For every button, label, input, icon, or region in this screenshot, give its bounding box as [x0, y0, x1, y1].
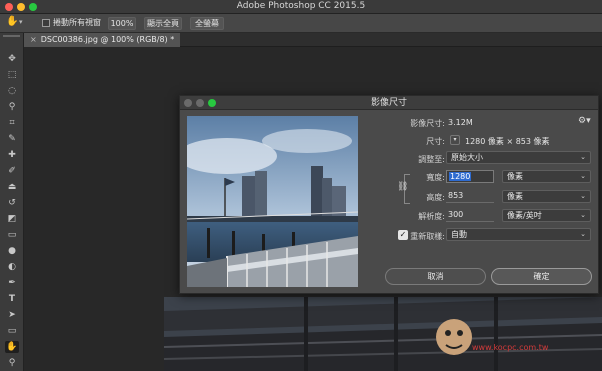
- blur-icon[interactable]: ●: [5, 245, 19, 257]
- app-title: Adobe Photoshop CC 2015.5: [236, 1, 366, 11]
- height-unit-dropdown[interactable]: 像素 ⌄: [502, 190, 591, 203]
- resolution-unit-dropdown[interactable]: 像素/英吋 ⌄: [502, 209, 591, 222]
- width-label: 寬度:: [426, 173, 445, 182]
- cancel-button[interactable]: 取消: [385, 268, 486, 285]
- watermark-text: www.kocpc.com.tw: [472, 343, 549, 352]
- fill-screen-button[interactable]: 全螢幕: [190, 17, 224, 30]
- brush-icon[interactable]: ✐: [5, 165, 19, 177]
- document-image[interactable]: www.kocpc.com.tw: [164, 297, 602, 371]
- width-unit: 像素: [507, 172, 523, 181]
- type-icon[interactable]: T: [5, 293, 19, 305]
- crop-icon[interactable]: ⌗: [5, 117, 19, 129]
- marquee-icon[interactable]: ⬚: [5, 69, 19, 81]
- dimensions-dropdown-icon[interactable]: ▾: [450, 135, 460, 145]
- lasso-icon[interactable]: ◌: [5, 85, 19, 97]
- height-value: 853: [448, 191, 464, 200]
- zoom-icon[interactable]: ⚲: [5, 357, 19, 369]
- height-label: 高度:: [426, 193, 445, 202]
- chevron-down-icon: ⌄: [580, 211, 586, 219]
- image-size-dialog: 影像尺寸 影像尺寸: 3.12M ⚙▾ 尺寸: ▾ 1280 像素 × 853 …: [179, 95, 599, 294]
- history-brush-icon[interactable]: ↺: [5, 197, 19, 209]
- preview-photo-graphic: [187, 116, 358, 287]
- healing-icon[interactable]: ✚: [5, 149, 19, 161]
- resample-dropdown[interactable]: 自動 ⌄: [446, 228, 591, 241]
- close-tab-icon[interactable]: ×: [30, 35, 37, 44]
- resolution-input[interactable]: 300: [446, 209, 494, 222]
- chevron-down-icon: ⌄: [580, 172, 586, 180]
- scroll-all-checkbox[interactable]: [42, 19, 50, 27]
- fit-screen-button[interactable]: 顯示全頁: [144, 17, 182, 30]
- options-bar: ✋ ▾ 捲動所有視窗 100% 顯示全頁 全螢幕: [0, 14, 602, 33]
- panel-grip: [3, 35, 20, 37]
- resolution-value: 300: [448, 210, 464, 219]
- hand-icon[interactable]: ✋: [5, 341, 19, 353]
- dialog-minimize-button: [196, 99, 204, 107]
- dimensions-label: 尺寸:: [426, 137, 445, 146]
- height-input[interactable]: 853: [446, 190, 494, 203]
- stamp-icon[interactable]: ⏏: [5, 181, 19, 193]
- document-tab-bar: × DSC00386.jpg @ 100% (RGB/8) *: [24, 33, 602, 47]
- document-tab[interactable]: × DSC00386.jpg @ 100% (RGB/8) *: [24, 33, 181, 47]
- image-preview[interactable]: [187, 116, 358, 287]
- link-chain-icon[interactable]: ⛓: [397, 182, 408, 192]
- width-value: 1280: [449, 172, 472, 181]
- image-size-label: 影像尺寸:: [410, 119, 445, 128]
- fit-to-value: 原始大小: [451, 153, 483, 162]
- quick-select-icon[interactable]: ⚲: [5, 101, 19, 113]
- chevron-down-icon: ⌄: [580, 192, 586, 200]
- document-tab-label: DSC00386.jpg @ 100% (RGB/8) *: [40, 35, 175, 44]
- dodge-icon[interactable]: ◐: [5, 261, 19, 273]
- tools-panel: ✥ ⬚ ◌ ⚲ ⌗ ✎ ✚ ✐ ⏏ ↺ ◩ ▭ ● ◐ ✒ T ➤ ▭ ✋ ⚲: [0, 33, 24, 371]
- width-unit-dropdown[interactable]: 像素 ⌄: [502, 170, 591, 183]
- dialog-title: 影像尺寸: [370, 98, 407, 108]
- resample-value: 自動: [451, 230, 467, 239]
- chevron-down-icon: ⌄: [580, 230, 586, 238]
- eraser-icon[interactable]: ◩: [5, 213, 19, 225]
- eyedropper-icon[interactable]: ✎: [5, 133, 19, 145]
- hand-tool-icon[interactable]: ✋: [6, 16, 18, 27]
- resolution-label: 解析度:: [418, 212, 445, 221]
- dimensions-value: 1280 像素 × 853 像素: [465, 137, 550, 146]
- fit-to-dropdown[interactable]: 原始大小 ⌄: [446, 151, 591, 164]
- ok-button[interactable]: 確定: [491, 268, 592, 285]
- dialog-close-button[interactable]: [184, 99, 192, 107]
- pen-icon[interactable]: ✒: [5, 277, 19, 289]
- dialog-titlebar: 影像尺寸: [180, 96, 598, 110]
- settings-gear-icon[interactable]: ⚙▾: [578, 116, 591, 126]
- resample-label: 重新取樣:: [410, 232, 445, 241]
- dialog-zoom-button[interactable]: [208, 99, 216, 107]
- window-titlebar: Adobe Photoshop CC 2015.5: [0, 0, 602, 14]
- scroll-all-label: 捲動所有視窗: [53, 18, 101, 27]
- chevron-down-icon: ⌄: [580, 153, 586, 161]
- chevron-down-icon[interactable]: ▾: [19, 18, 23, 26]
- move-icon[interactable]: ✥: [5, 53, 19, 65]
- gradient-icon[interactable]: ▭: [5, 229, 19, 241]
- fit-to-label: 調整至:: [418, 155, 445, 164]
- width-input[interactable]: 1280: [446, 170, 494, 183]
- pier-photo-graphic: [164, 297, 602, 371]
- path-select-icon[interactable]: ➤: [5, 309, 19, 321]
- height-unit: 像素: [507, 192, 523, 201]
- image-size-value: 3.12M: [448, 118, 473, 127]
- zoom-100-button[interactable]: 100%: [108, 17, 136, 30]
- rectangle-icon[interactable]: ▭: [5, 325, 19, 337]
- resolution-unit: 像素/英吋: [507, 211, 542, 220]
